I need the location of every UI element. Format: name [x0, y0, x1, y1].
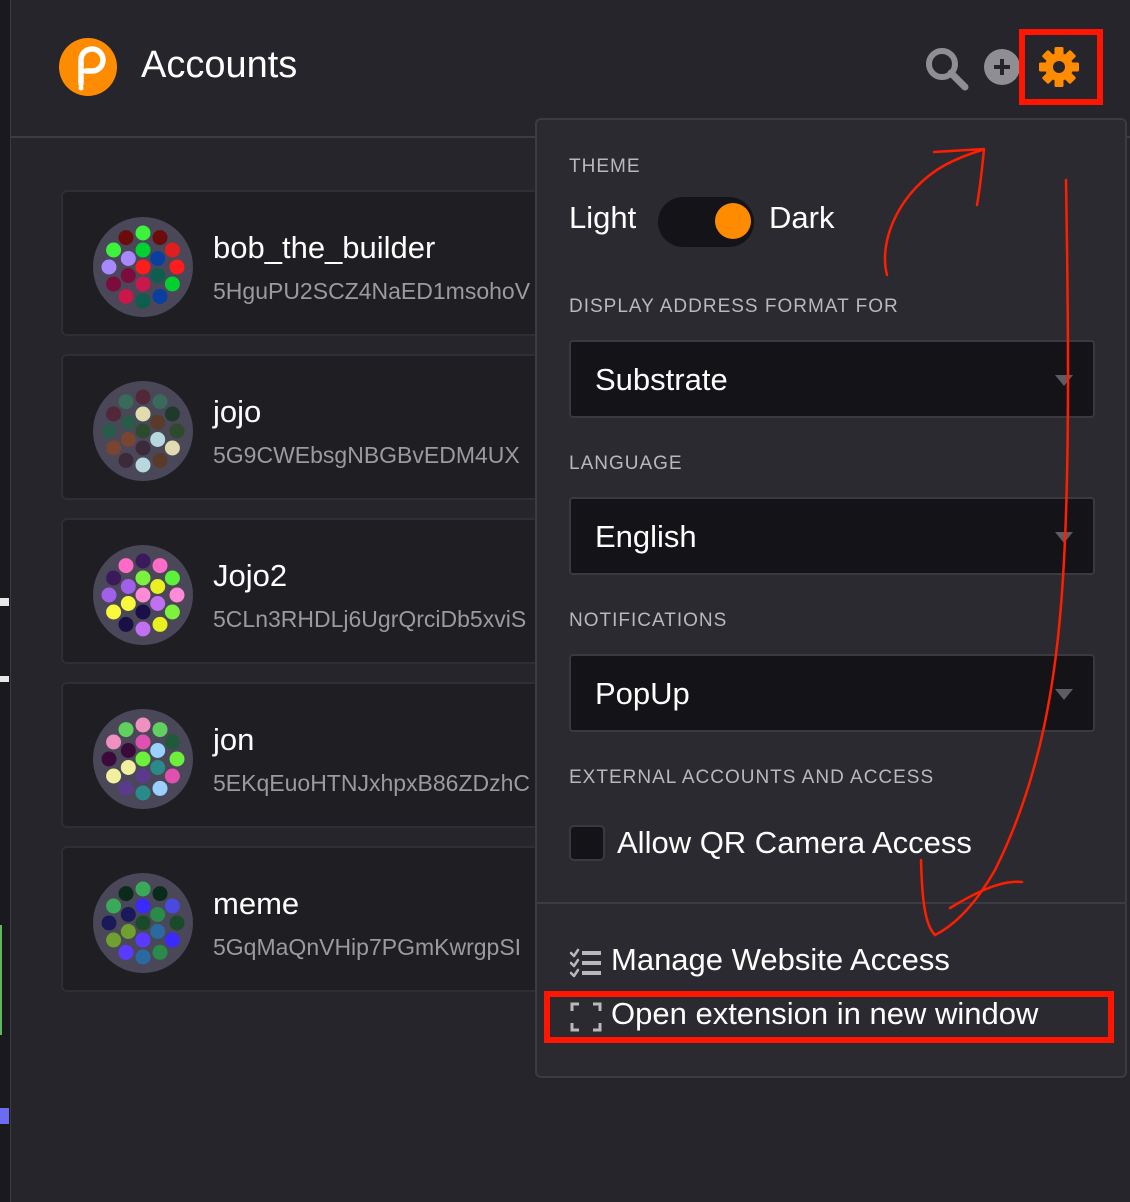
chevron-down-icon — [1055, 689, 1073, 700]
account-card[interactable]: bob_the_builder 5HguPU2SCZ4NaED1msohoV — [61, 190, 541, 336]
identicon — [93, 545, 193, 645]
background-fragment — [0, 1108, 9, 1124]
theme-dark-label: Dark — [769, 200, 835, 235]
identicon — [93, 381, 193, 481]
menu-divider — [537, 902, 1125, 904]
notifications-label: NOTIFICATIONS — [569, 610, 728, 631]
identicon — [93, 873, 193, 973]
plus-icon — [984, 49, 1020, 85]
background-fragment — [0, 598, 9, 606]
highlight-box-gear — [1019, 29, 1103, 105]
identicon — [93, 709, 193, 809]
chevron-down-icon — [1055, 375, 1073, 386]
account-card[interactable]: jon 5EKqEuoHTNJxhpxB86ZDzhC — [61, 682, 541, 828]
account-address: 5CLn3RHDLj6UgrQrciDb5xviS — [213, 606, 527, 632]
account-name: Jojo2 — [213, 558, 288, 593]
background-fragment — [0, 925, 2, 1035]
theme-label: THEME — [569, 156, 641, 177]
polkadot-logo — [59, 38, 117, 96]
checklist-icon — [569, 948, 601, 978]
account-card[interactable]: meme 5GqMaQnVHip7PGmKwrgpSI — [61, 846, 541, 992]
address-format-label: DISPLAY ADDRESS FORMAT FOR — [569, 296, 899, 317]
language-select[interactable]: English — [569, 497, 1095, 575]
manage-website-access-label: Manage Website Access — [611, 942, 950, 977]
camera-access-label[interactable]: Allow QR Camera Access — [617, 825, 972, 861]
account-address: 5EKqEuoHTNJxhpxB86ZDzhC — [213, 770, 531, 796]
notifications-select[interactable]: PopUp — [569, 654, 1095, 732]
account-address: 5GqMaQnVHip7PGmKwrgpSI — [213, 934, 522, 960]
camera-access-checkbox[interactable] — [569, 825, 605, 861]
account-name: meme — [213, 886, 300, 921]
identicon — [93, 217, 193, 317]
background-fragment — [0, 676, 9, 682]
highlight-box-open-window — [544, 991, 1114, 1043]
background-window-edge — [0, 0, 11, 1202]
account-address: 5G9CWEbsgNBGBvEDM4UX — [213, 442, 520, 468]
search-icon[interactable] — [924, 46, 970, 92]
theme-light-label: Light — [569, 200, 637, 235]
address-format-select[interactable]: Substrate — [569, 340, 1095, 418]
page-title: Accounts — [141, 44, 298, 86]
theme-toggle[interactable] — [658, 197, 754, 247]
external-accounts-label: EXTERNAL ACCOUNTS AND ACCESS — [569, 767, 935, 788]
language-label: LANGUAGE — [569, 453, 683, 474]
notifications-value: PopUp — [595, 676, 690, 711]
account-address: 5HguPU2SCZ4NaED1msohoV — [213, 278, 531, 304]
account-name: bob_the_builder — [213, 230, 436, 265]
account-name: jojo — [213, 394, 262, 429]
account-card[interactable]: Jojo2 5CLn3RHDLj6UgrQrciDb5xviS — [61, 518, 541, 664]
add-account-button[interactable] — [983, 48, 1021, 86]
chevron-down-icon — [1055, 532, 1073, 543]
settings-menu: THEME Light Dark DISPLAY ADDRESS FORMAT … — [535, 118, 1127, 1078]
account-name: jon — [213, 722, 255, 757]
language-value: English — [595, 519, 697, 554]
account-card[interactable]: jojo 5G9CWEbsgNBGBvEDM4UX — [61, 354, 541, 500]
address-format-value: Substrate — [595, 362, 728, 397]
toggle-knob — [715, 203, 751, 239]
